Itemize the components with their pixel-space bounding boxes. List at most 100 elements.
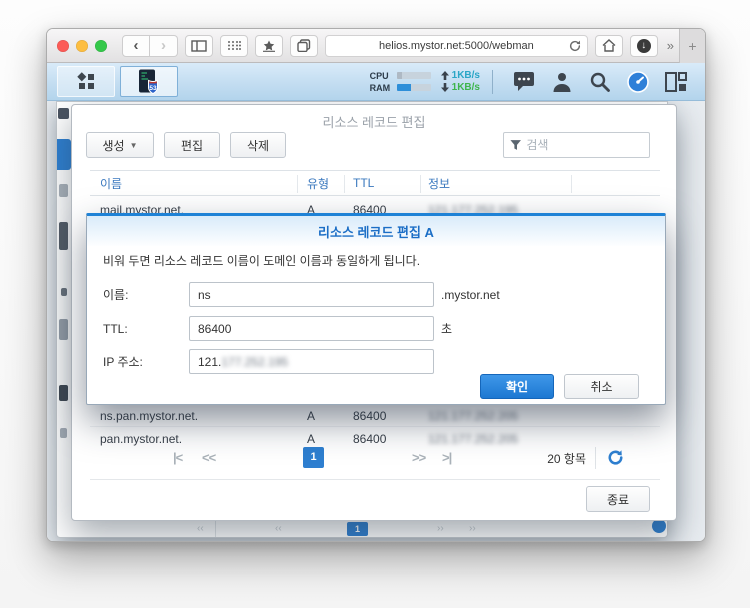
dns-server-app-button[interactable]: 53 bbox=[120, 66, 178, 97]
upload-speed: 1KB/s bbox=[452, 70, 480, 81]
safari-window: ‹ › helios.mystor.net:5000/webman bbox=[46, 28, 706, 542]
chat-bubble-icon bbox=[512, 71, 536, 93]
current-page[interactable]: 1 bbox=[303, 447, 324, 468]
ip-visible-part: 121. bbox=[198, 355, 221, 369]
footer-divider bbox=[90, 479, 660, 480]
sidebar-icon bbox=[191, 40, 207, 52]
ip-input[interactable]: 121. 177.252.195 bbox=[189, 349, 434, 374]
background-selected-item-fragment bbox=[57, 139, 71, 170]
home-icon bbox=[602, 39, 616, 52]
dialog-title: 리소스 레코드 편집 A bbox=[318, 222, 434, 241]
notifications-button[interactable] bbox=[505, 66, 543, 97]
window-title: 리소스 레코드 편집 bbox=[72, 112, 676, 131]
star-shelf-icon bbox=[262, 40, 276, 52]
gauge-icon bbox=[626, 70, 650, 94]
filter-funnel-icon bbox=[510, 139, 521, 151]
new-tab-button[interactable]: + bbox=[679, 29, 705, 63]
ttl-field-row: TTL: 초 bbox=[103, 316, 452, 341]
seconds-suffix: 초 bbox=[441, 320, 452, 337]
column-separator bbox=[297, 175, 298, 193]
background-pagination-mark: ‹‹ bbox=[275, 525, 284, 532]
column-separator bbox=[344, 175, 345, 193]
background-pagination-mark: ›› bbox=[437, 525, 446, 532]
background-pagination-mark: ‹‹ bbox=[197, 525, 206, 532]
tab-overview-button[interactable] bbox=[290, 35, 318, 57]
column-separator bbox=[571, 175, 572, 193]
search-icon bbox=[589, 71, 611, 93]
ip-field-row: IP 주소: 121. 177.252.195 bbox=[103, 349, 434, 374]
ram-label: RAM bbox=[370, 83, 394, 93]
create-button[interactable]: 생성 ▼ bbox=[86, 132, 154, 158]
background-page-number: 1 bbox=[347, 522, 368, 536]
record-info-redacted: 121.177.252.205 bbox=[428, 406, 518, 426]
sidebar-button[interactable] bbox=[185, 35, 213, 57]
home-button[interactable] bbox=[595, 35, 623, 57]
domain-suffix: .mystor.net bbox=[441, 288, 500, 302]
svg-text:53: 53 bbox=[149, 85, 157, 92]
background-icon-fragment bbox=[59, 184, 68, 197]
reload-icon[interactable] bbox=[568, 39, 582, 58]
search-field[interactable] bbox=[503, 132, 650, 158]
search-input[interactable] bbox=[526, 138, 643, 152]
background-icon-fragment bbox=[59, 319, 68, 340]
downloads-button[interactable]: ↓ bbox=[630, 35, 658, 57]
back-button[interactable]: ‹ bbox=[122, 35, 150, 57]
edit-button[interactable]: 편집 bbox=[164, 132, 220, 158]
background-icon-fragment bbox=[59, 385, 68, 401]
browser-toolbar: ‹ › helios.mystor.net:5000/webman bbox=[47, 29, 705, 63]
address-bar[interactable]: helios.mystor.net:5000/webman bbox=[325, 35, 588, 57]
pilot-view-button[interactable] bbox=[619, 66, 657, 97]
toolbar-overflow-button[interactable]: » bbox=[665, 38, 675, 53]
search-button[interactable] bbox=[581, 66, 619, 97]
items-per-page[interactable]: 20 항목 bbox=[547, 450, 586, 467]
ttl-input[interactable] bbox=[189, 316, 434, 341]
main-menu-button[interactable] bbox=[57, 66, 115, 97]
download-speed: 1KB/s bbox=[452, 82, 480, 93]
tabs-icon bbox=[297, 39, 311, 52]
forward-button[interactable]: › bbox=[150, 35, 178, 57]
minimize-window-button[interactable] bbox=[76, 40, 88, 52]
background-pagination-mark: ›› bbox=[469, 525, 478, 532]
nav-buttons: ‹ › bbox=[122, 35, 178, 57]
close-window-button[interactable] bbox=[57, 40, 69, 52]
refresh-button[interactable] bbox=[607, 449, 624, 466]
url-text: helios.mystor.net:5000/webman bbox=[379, 40, 534, 52]
prev-page-button[interactable]: << bbox=[202, 450, 215, 465]
column-header-ttl[interactable]: TTL bbox=[353, 171, 374, 195]
column-header-info[interactable]: 정보 bbox=[428, 171, 450, 195]
main-menu-icon bbox=[75, 72, 97, 92]
widgets-icon bbox=[664, 71, 688, 93]
last-page-button[interactable]: >| bbox=[442, 450, 451, 465]
name-label: 이름: bbox=[103, 286, 189, 303]
options-button[interactable] bbox=[543, 66, 581, 97]
create-button-label: 생성 bbox=[102, 137, 124, 154]
cancel-button[interactable]: 취소 bbox=[564, 374, 639, 399]
edit-record-dialog: 리소스 레코드 편집 A 비워 두면 리소스 레코드 이름이 도메인 이름과 동… bbox=[86, 213, 666, 405]
resource-monitor[interactable]: CPU RAM bbox=[370, 71, 431, 93]
close-button[interactable]: 종료 bbox=[586, 486, 650, 512]
background-toolbar-icon-fragment bbox=[58, 108, 69, 119]
cpu-label: CPU bbox=[370, 71, 394, 81]
name-input[interactable] bbox=[189, 282, 434, 307]
widgets-button[interactable] bbox=[657, 66, 695, 97]
ok-button[interactable]: 확인 bbox=[480, 374, 554, 399]
ram-meter bbox=[397, 84, 431, 91]
grid-button[interactable] bbox=[220, 35, 248, 57]
top-sites-button[interactable] bbox=[255, 35, 283, 57]
column-header-name[interactable]: 이름 bbox=[100, 171, 122, 195]
background-icon-fragment bbox=[60, 428, 67, 438]
column-header-type[interactable]: 유형 bbox=[307, 171, 329, 195]
user-icon bbox=[551, 71, 573, 93]
table-row[interactable]: ns.pan.mystor.net. A 86400 121.177.252.2… bbox=[90, 406, 660, 427]
first-page-button[interactable]: |< bbox=[173, 450, 182, 465]
next-page-button[interactable]: >> bbox=[412, 450, 425, 465]
record-name: ns.pan.mystor.net. bbox=[100, 406, 198, 426]
zoom-window-button[interactable] bbox=[95, 40, 107, 52]
download-icon: ↓ bbox=[637, 39, 651, 53]
pagination-divider bbox=[595, 447, 596, 469]
network-speeds: 1KB/s 1KB/s bbox=[441, 70, 480, 93]
background-icon-fragment bbox=[61, 288, 67, 296]
table-header[interactable]: 이름 유형 TTL 정보 bbox=[90, 170, 660, 196]
dsm-toolbar: 53 CPU RAM 1KB/s 1KB/s bbox=[47, 63, 705, 101]
delete-button[interactable]: 삭제 bbox=[230, 132, 286, 158]
